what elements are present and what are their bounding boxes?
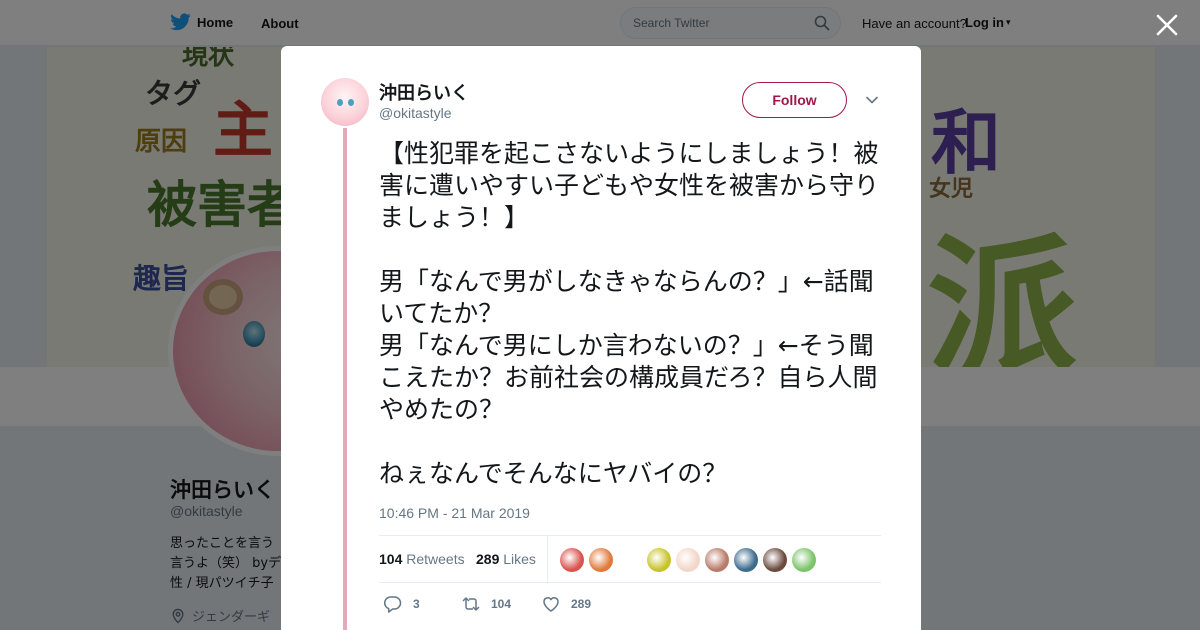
- like-button[interactable]: 289: [541, 594, 591, 614]
- reply-count: 3: [413, 597, 420, 611]
- close-icon[interactable]: [1154, 12, 1180, 38]
- likes-count: 289: [476, 551, 500, 567]
- tweet-modal: 沖田らいく @okitastyle Follow 【性犯罪を起こさないようにしま…: [281, 46, 921, 630]
- author-handle[interactable]: @okitastyle: [379, 105, 452, 121]
- retweets-stat[interactable]: 104 Retweets: [379, 551, 465, 567]
- retweet-count: 104: [491, 597, 512, 611]
- tweet-timestamp[interactable]: 10:46 PM - 21 Mar 2019: [379, 505, 530, 521]
- retweets-count: 104: [379, 551, 403, 567]
- retweet-button[interactable]: 104: [461, 594, 511, 614]
- reply-icon: [383, 596, 402, 613]
- liker-avatar[interactable]: [763, 548, 787, 572]
- retweets-label: Retweets: [406, 551, 465, 567]
- tweet-actions: 3 104 289: [379, 594, 881, 618]
- liker-avatar[interactable]: [676, 548, 700, 572]
- likes-stat[interactable]: 289 Likes: [476, 551, 536, 567]
- avatar-eye: [348, 99, 354, 106]
- avatar-eye: [337, 99, 343, 106]
- liker-avatar[interactable]: [705, 548, 729, 572]
- likes-label: Likes: [503, 551, 536, 567]
- liker-avatar[interactable]: [734, 548, 758, 572]
- follow-button[interactable]: Follow: [742, 82, 847, 118]
- tweet-text: 【性犯罪を起こさないようにしましょう！被害に遭いやすい子どもや女性を被害から守り…: [379, 139, 880, 488]
- stats-divider: [547, 536, 548, 583]
- liker-avatar[interactable]: [618, 548, 642, 572]
- retweet-icon: [462, 597, 480, 611]
- liker-avatar[interactable]: [792, 548, 816, 572]
- tweet-stats: 104 Retweets 289 Likes: [379, 535, 881, 583]
- author-name[interactable]: 沖田らいく: [379, 79, 469, 105]
- reply-button[interactable]: 3: [383, 594, 420, 614]
- liker-avatar[interactable]: [589, 548, 613, 572]
- thread-line: [343, 128, 347, 630]
- liker-avatar[interactable]: [647, 548, 671, 572]
- author-avatar[interactable]: [321, 78, 369, 126]
- liker-avatar[interactable]: [560, 548, 584, 572]
- like-icon: [543, 597, 559, 612]
- chevron-down-icon[interactable]: [865, 93, 879, 107]
- like-count: 289: [571, 597, 592, 611]
